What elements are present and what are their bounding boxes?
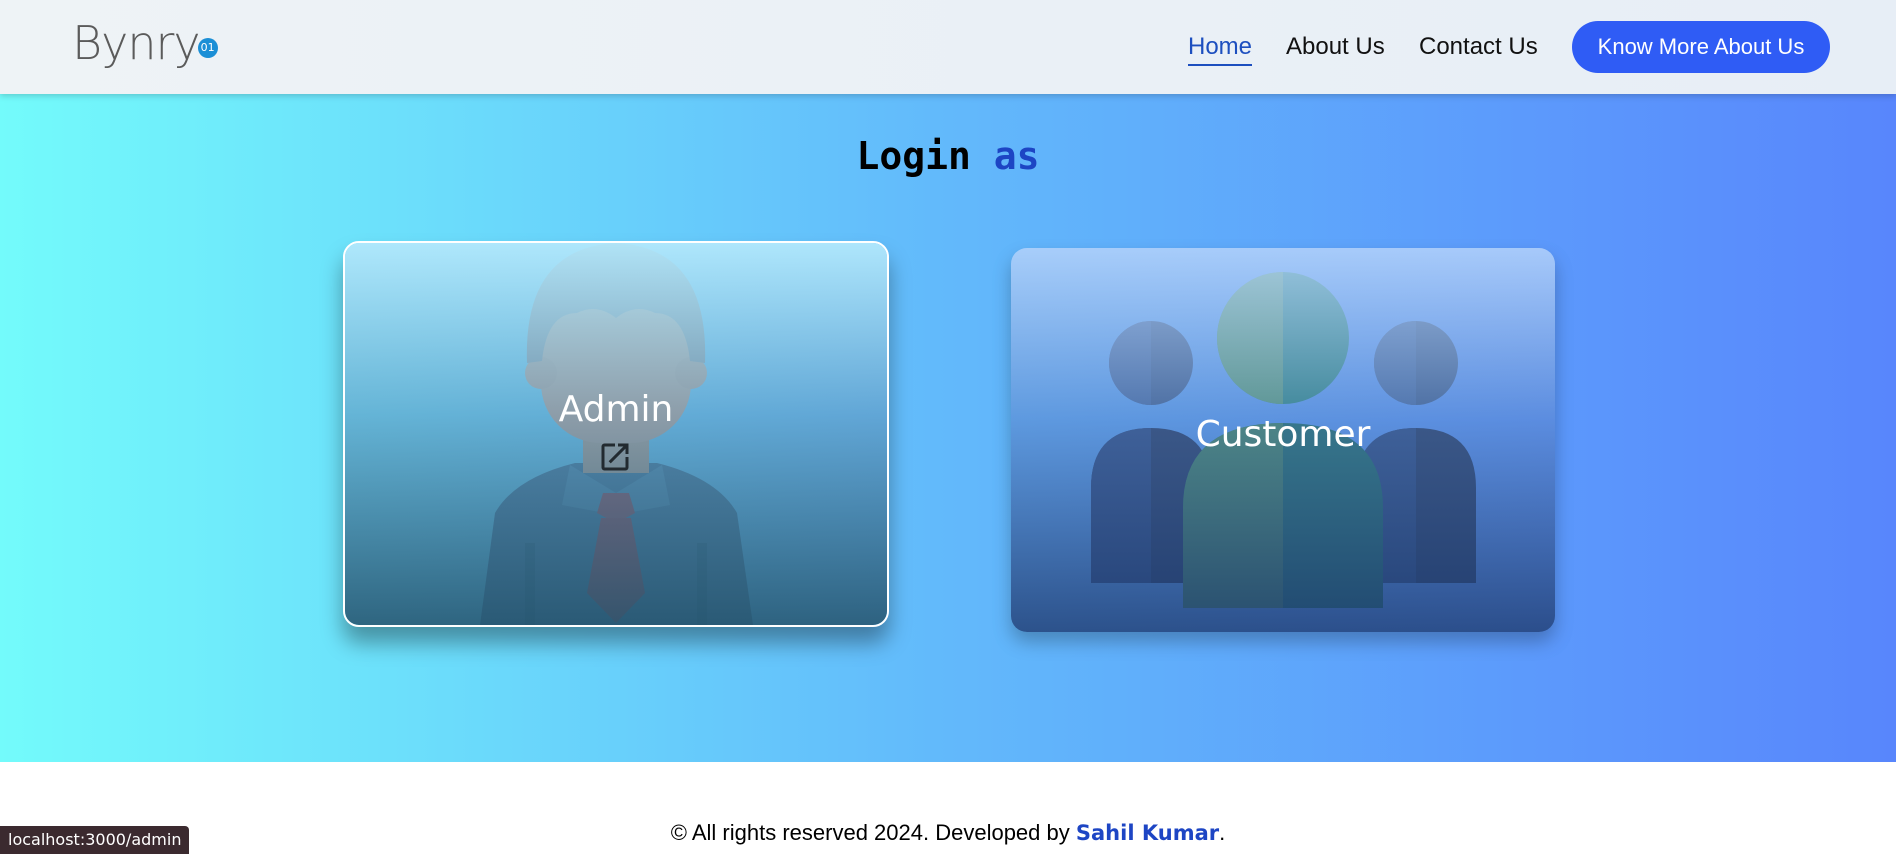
admin-card-label: Admin	[558, 389, 674, 430]
footer-copyright: © All rights reserved 2024. Developed by…	[0, 820, 1896, 846]
footer-author-link[interactable]: Sahil Kumar	[1076, 821, 1219, 845]
admin-login-card[interactable]: Admin	[343, 241, 889, 627]
page-title: Login as	[0, 134, 1896, 178]
title-login: Login	[856, 134, 971, 178]
external-link-icon[interactable]	[597, 439, 633, 475]
footer: © All rights reserved 2024. Developed by…	[0, 762, 1896, 854]
login-hero: Login as Admin Customer	[0, 94, 1896, 762]
logo-badge: 01	[197, 38, 218, 58]
nav-about-link[interactable]: About Us	[1286, 32, 1385, 62]
footer-text-prefix: © All rights reserved 2024. Developed by	[670, 820, 1070, 845]
customer-login-card[interactable]: Customer	[1011, 248, 1555, 632]
logo-text: Bynry	[72, 16, 201, 70]
status-bar-url: localhost:3000/admin	[0, 826, 190, 854]
brand-logo[interactable]: Bynry 01	[72, 18, 218, 74]
nav-home-link[interactable]: Home	[1188, 32, 1253, 66]
know-more-button[interactable]: Know More About Us	[1572, 21, 1830, 73]
nav-contact-link[interactable]: Contact Us	[1419, 32, 1538, 62]
admin-card-overlay	[345, 243, 887, 625]
nav-home-label: Home	[1188, 33, 1253, 60]
customer-card-label: Customer	[1195, 414, 1371, 455]
navbar: Bynry 01 Home About Us Contact Us Know M…	[0, 0, 1896, 94]
footer-text-suffix: .	[1219, 820, 1226, 845]
nav-active-underline	[1188, 64, 1253, 66]
title-as: as	[993, 134, 1040, 178]
